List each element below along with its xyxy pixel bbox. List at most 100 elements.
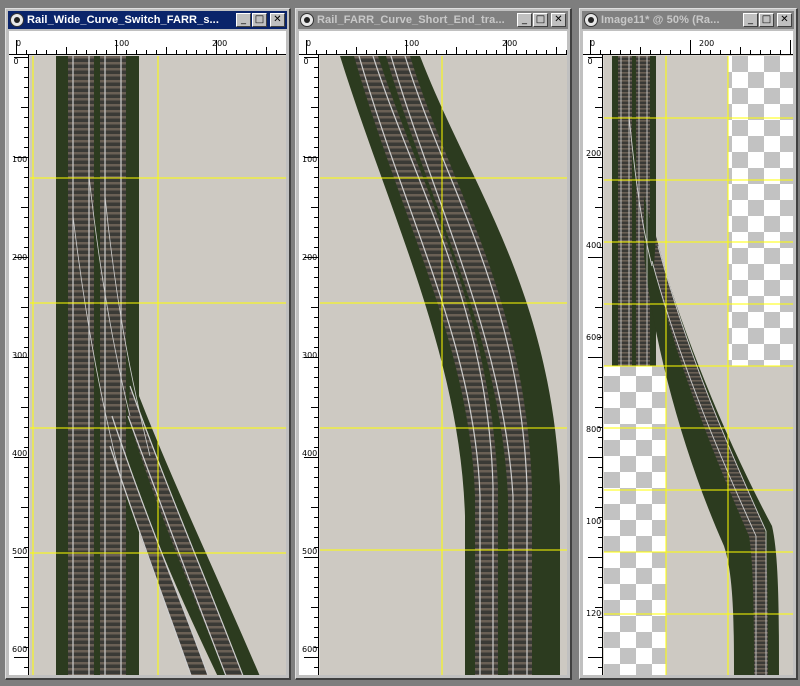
image-client-area: 0 200 0 200 400 600 800 1000 1200 bbox=[583, 31, 793, 675]
ruler-tick bbox=[588, 557, 602, 558]
ruler-tick bbox=[588, 157, 602, 158]
horizontal-ruler[interactable]: 0 200 bbox=[583, 31, 793, 55]
ruler-tick bbox=[21, 407, 28, 408]
ruler-tick bbox=[56, 50, 57, 54]
vertical-ruler[interactable]: 0 100 200 300 400 500 600 bbox=[9, 55, 29, 675]
ruler-tick bbox=[36, 50, 37, 54]
ruler-tick bbox=[314, 227, 318, 228]
ruler-tick bbox=[24, 67, 28, 68]
image-canvas[interactable] bbox=[320, 56, 567, 675]
ruler-tick bbox=[314, 337, 318, 338]
ruler-tick bbox=[598, 137, 602, 138]
ruler-tick bbox=[770, 50, 771, 54]
ruler-tick bbox=[598, 97, 602, 98]
ruler-tick bbox=[24, 597, 28, 598]
minimize-button[interactable]: _ bbox=[236, 13, 251, 27]
image-canvas[interactable] bbox=[604, 56, 793, 675]
minimize-button[interactable]: _ bbox=[743, 13, 758, 27]
ruler-tick bbox=[598, 337, 602, 338]
ruler-tick bbox=[14, 157, 28, 158]
horizontal-ruler[interactable]: 0 100 200 bbox=[9, 31, 286, 55]
ruler-tick bbox=[24, 567, 28, 568]
ruler-tick bbox=[314, 437, 318, 438]
app-icon[interactable] bbox=[10, 13, 24, 27]
ruler-tick bbox=[346, 50, 347, 54]
ruler-tick bbox=[46, 50, 47, 54]
ruler-tick bbox=[311, 207, 318, 208]
ruler-label: 200 bbox=[502, 39, 518, 48]
ruler-tick bbox=[316, 50, 317, 54]
minimize-button[interactable]: _ bbox=[517, 13, 532, 27]
window-titlebar[interactable]: Rail_Wide_Curve_Switch_FARR_s... _ □ ✕ bbox=[8, 11, 287, 29]
ruler-tick bbox=[598, 667, 602, 668]
ruler-tick bbox=[314, 577, 318, 578]
ruler-tick bbox=[314, 367, 318, 368]
ruler-tick bbox=[156, 50, 157, 54]
ruler-tick bbox=[314, 167, 318, 168]
ruler-tick bbox=[314, 137, 318, 138]
ruler-tick bbox=[598, 177, 602, 178]
vertical-ruler[interactable]: 0 200 400 600 800 1000 1200 bbox=[583, 55, 603, 675]
vertical-ruler[interactable]: 0 100 200 300 400 500 600 bbox=[299, 55, 319, 675]
ruler-tick bbox=[598, 637, 602, 638]
ruler-tick bbox=[476, 50, 477, 54]
ruler-tick bbox=[640, 47, 641, 54]
window-title: Rail_FARR_Curve_Short_End_tra... bbox=[317, 14, 505, 26]
app-icon[interactable] bbox=[584, 13, 598, 27]
ruler-tick bbox=[314, 147, 318, 148]
ruler-tick bbox=[598, 247, 602, 248]
maximize-button[interactable]: □ bbox=[252, 13, 267, 27]
ruler-tick bbox=[356, 47, 357, 54]
ruler-tick bbox=[598, 567, 602, 568]
ruler-tick bbox=[314, 247, 318, 248]
ruler-tick bbox=[446, 50, 447, 54]
ruler-tick bbox=[595, 107, 602, 108]
ruler-tick bbox=[24, 137, 28, 138]
ruler-tick bbox=[314, 77, 318, 78]
ruler-tick bbox=[620, 50, 621, 54]
app-icon[interactable] bbox=[300, 13, 314, 27]
maximize-button[interactable]: □ bbox=[759, 13, 774, 27]
ruler-tick bbox=[598, 587, 602, 588]
ruler-tick bbox=[486, 50, 487, 54]
rail-curve-image bbox=[320, 56, 567, 675]
ruler-tick bbox=[176, 50, 177, 54]
window-titlebar[interactable]: Rail_FARR_Curve_Short_End_tra... _ □ ✕ bbox=[298, 11, 568, 29]
image-window-rail-curve-short-end[interactable]: Rail_FARR_Curve_Short_End_tra... _ □ ✕ 0… bbox=[295, 8, 572, 680]
ruler-tick bbox=[314, 477, 318, 478]
ruler-tick bbox=[598, 527, 602, 528]
horizontal-ruler[interactable]: 0 100 200 bbox=[299, 31, 567, 55]
ruler-tick bbox=[598, 127, 602, 128]
image-window-rail-wide-curve-switch[interactable]: Rail_Wide_Curve_Switch_FARR_s... _ □ ✕ 0… bbox=[5, 8, 291, 680]
ruler-tick bbox=[588, 657, 602, 658]
ruler-tick bbox=[326, 50, 327, 54]
window-titlebar[interactable]: Image11* @ 50% (Ra... _ □ ✕ bbox=[582, 11, 794, 29]
image-window-image11[interactable]: Image11* @ 50% (Ra... _ □ ✕ 0 200 0 200 … bbox=[579, 8, 798, 680]
ruler-tick bbox=[595, 607, 602, 608]
ruler-tick bbox=[24, 167, 28, 168]
ruler-tick bbox=[304, 657, 318, 658]
close-button[interactable]: ✕ bbox=[777, 13, 792, 27]
close-button[interactable]: ✕ bbox=[270, 13, 285, 27]
ruler-tick bbox=[24, 377, 28, 378]
ruler-tick bbox=[610, 50, 611, 54]
ruler-tick bbox=[26, 50, 27, 54]
ruler-tick bbox=[314, 297, 318, 298]
ruler-tick bbox=[314, 217, 318, 218]
ruler-tick bbox=[740, 47, 741, 54]
ruler-tick bbox=[24, 537, 28, 538]
maximize-button[interactable]: □ bbox=[533, 13, 548, 27]
ruler-tick bbox=[598, 77, 602, 78]
ruler-tick bbox=[376, 50, 377, 54]
ruler-label: 400 bbox=[586, 241, 602, 250]
ruler-tick bbox=[24, 427, 28, 428]
ruler-tick bbox=[588, 457, 602, 458]
ruler-tick bbox=[598, 67, 602, 68]
close-button[interactable]: ✕ bbox=[551, 13, 566, 27]
window-title: Rail_Wide_Curve_Switch_FARR_s... bbox=[27, 14, 219, 26]
ruler-tick bbox=[166, 47, 167, 54]
ruler-tick bbox=[314, 447, 318, 448]
ruler-tick bbox=[24, 417, 28, 418]
image-canvas[interactable] bbox=[30, 56, 286, 675]
ruler-tick bbox=[314, 637, 318, 638]
